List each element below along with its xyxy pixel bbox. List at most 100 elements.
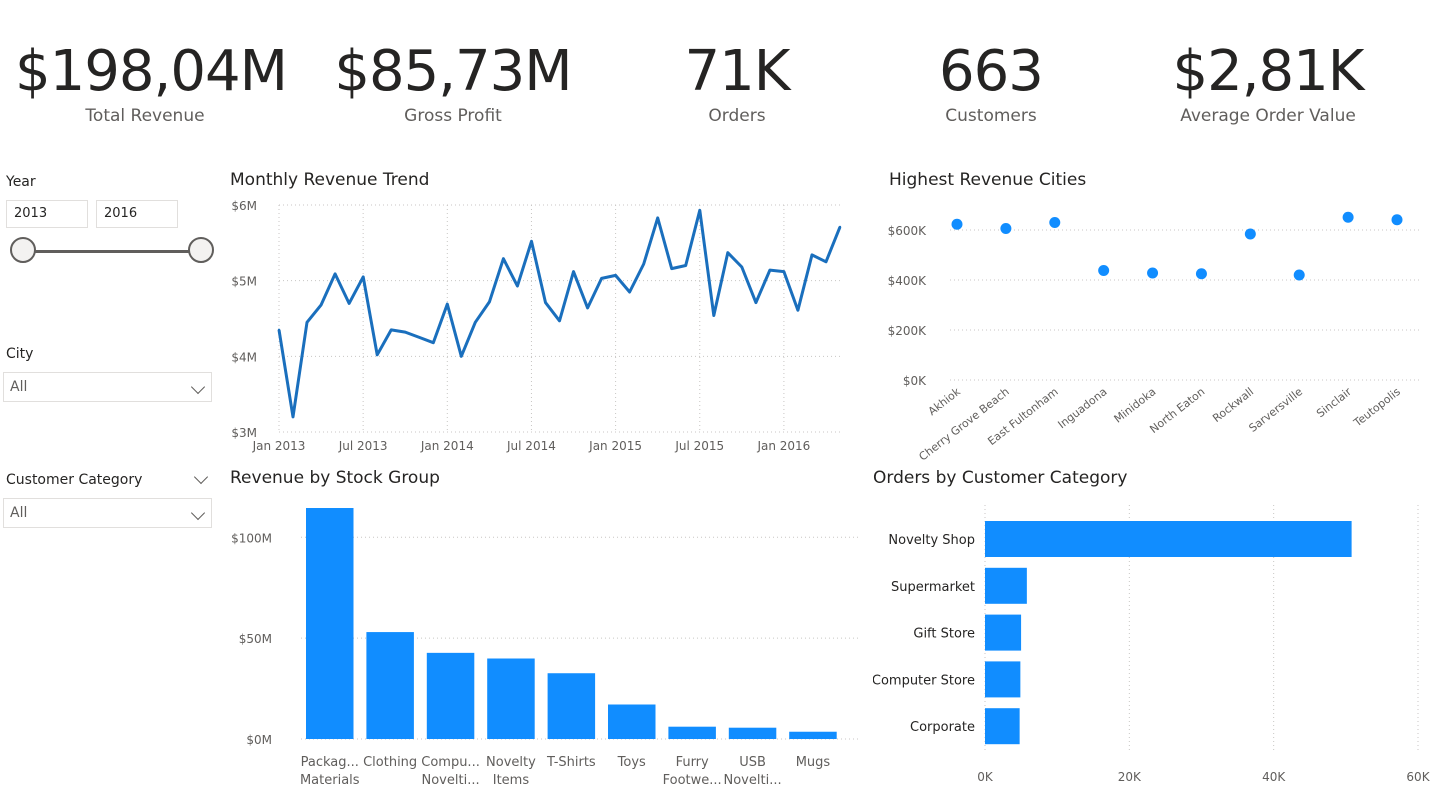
kpi-label: Total Revenue (85, 106, 205, 126)
x-tick-label: Jan 2015 (588, 439, 642, 453)
stock-group-bar (789, 731, 837, 739)
y-tick-label: $400K (888, 274, 928, 288)
data-point (754, 301, 758, 304)
x-tick-label: Jan 2013 (252, 439, 306, 453)
y-tick-label: $3M (231, 426, 257, 440)
x-tick-label: 20K (1118, 770, 1142, 784)
monthly-revenue-trend-title: Monthly Revenue Trend (230, 170, 430, 190)
data-point (390, 328, 393, 332)
kpi-label: Average Order Value (1180, 106, 1356, 126)
data-point (572, 270, 575, 273)
x-tick-label: 0K (977, 770, 994, 784)
highest-revenue-cities-chart[interactable]: $0K $200K $400K $600K AkhiokCherry Grove Bea… (880, 195, 1425, 460)
x-tick-label: Jul 2013 (338, 439, 388, 453)
kpi-gross-profit: $85,73M Gross Profit (323, 36, 583, 126)
chevron-down-icon (190, 505, 206, 521)
x-tick-label: Akhiok (926, 385, 964, 418)
x-tick-label: Novelti... (422, 773, 480, 788)
customer-category-bar (985, 521, 1352, 557)
x-tick-label: Mugs (796, 755, 831, 770)
x-tick-label: Cherry Grove Beach (917, 385, 1012, 460)
data-point (404, 330, 407, 334)
data-point (488, 300, 491, 304)
collapse-chevron-icon[interactable] (193, 469, 209, 485)
data-point (418, 336, 421, 339)
x-tick-label: Novelti... (724, 773, 782, 788)
customer-category-dropdown[interactable]: All (3, 498, 212, 528)
revenue-by-stock-group-chart[interactable]: $0M $50M $100M Packag... MaterialsClothing Co… (228, 495, 863, 794)
data-point (838, 225, 842, 229)
data-point (347, 302, 351, 305)
data-point (726, 251, 729, 254)
city-point (1342, 211, 1354, 223)
stock-group-bar (668, 726, 716, 739)
customer-category-bar (985, 567, 1027, 604)
kpi-customers: 663 Customers (861, 36, 1121, 126)
x-tick-label: Sinclair (1314, 385, 1354, 420)
stock-group-bar (487, 658, 535, 739)
x-tick-label: 60K (1406, 770, 1430, 784)
stock-group-bar (608, 704, 656, 739)
x-tick-label: Furry (676, 755, 709, 770)
kpi-value: 663 (939, 39, 1044, 104)
x-tick-label: T-Shirts (546, 755, 596, 770)
data-point (796, 308, 800, 312)
year-slider-start-handle[interactable] (10, 237, 36, 263)
x-tick-label: Footwe... (663, 773, 722, 788)
y-tick-label: $100M (231, 531, 272, 545)
year-start-input[interactable]: 2013 (6, 200, 88, 228)
data-point (474, 321, 477, 324)
data-point (544, 301, 547, 304)
y-tick-label: $4M (231, 350, 257, 364)
data-point (333, 272, 337, 276)
y-tick-label: $50M (239, 632, 272, 646)
data-point (670, 267, 673, 270)
y-tick-label: $0K (903, 374, 927, 388)
x-tick-label: Sarversville (1246, 385, 1305, 435)
data-point (277, 328, 281, 332)
city-point (1293, 269, 1305, 281)
data-point (305, 321, 309, 324)
stock-group-bar (547, 673, 596, 739)
x-tick-label: Teutopolis (1351, 385, 1403, 430)
data-point (586, 306, 589, 310)
customer-category-bar (985, 661, 1021, 698)
monthly-revenue-trend-chart[interactable]: $3M $4M $5M $6M Jan 2013 Jul 2013 Jan 2014 Jul … (228, 195, 848, 457)
data-point (516, 284, 519, 288)
customer-category-bar (985, 614, 1022, 651)
data-point (628, 290, 631, 294)
kpi-label: Gross Profit (404, 106, 502, 126)
x-tick-label: Items (493, 773, 530, 788)
data-point (291, 415, 295, 419)
x-tick-label: Jul 2015 (674, 439, 724, 453)
year-slider-end-handle[interactable] (188, 237, 214, 263)
x-tick-label: Jul 2014 (506, 439, 556, 453)
year-slider-track[interactable] (24, 250, 202, 253)
stock-group-bar (426, 652, 475, 739)
chevron-down-icon (190, 379, 206, 395)
city-dropdown[interactable]: All (3, 372, 212, 402)
customer-category-slicer-title: Customer Category (6, 472, 143, 488)
y-tick-label: Supermarket (891, 580, 975, 595)
data-point (740, 265, 744, 269)
x-tick-label: 40K (1262, 770, 1286, 784)
year-end-input[interactable]: 2016 (96, 200, 178, 228)
orders-by-customer-category-chart[interactable]: 0K 20K 40K 60K Novelty Shop Supermarket Gift S… (873, 495, 1437, 794)
kpi-total-revenue: $198,04M Total Revenue (15, 36, 288, 126)
data-point (460, 355, 463, 358)
stock-group-bar (728, 727, 777, 739)
kpi-value: $198,04M (15, 39, 288, 104)
data-point (824, 260, 828, 263)
city-point (1098, 265, 1110, 276)
data-point (446, 302, 449, 306)
customer-category-dropdown-value: All (10, 505, 28, 521)
kpi-value: $85,73M (334, 39, 572, 104)
x-tick-label: Clothing (363, 755, 417, 770)
city-point (1000, 223, 1012, 234)
data-point (502, 257, 505, 260)
y-tick-label: $5M (231, 275, 257, 289)
x-tick-label: Compu... (421, 755, 480, 770)
data-point (768, 268, 772, 272)
x-tick-label: Jan 2014 (420, 439, 474, 453)
x-tick-label: Toys (617, 755, 646, 770)
